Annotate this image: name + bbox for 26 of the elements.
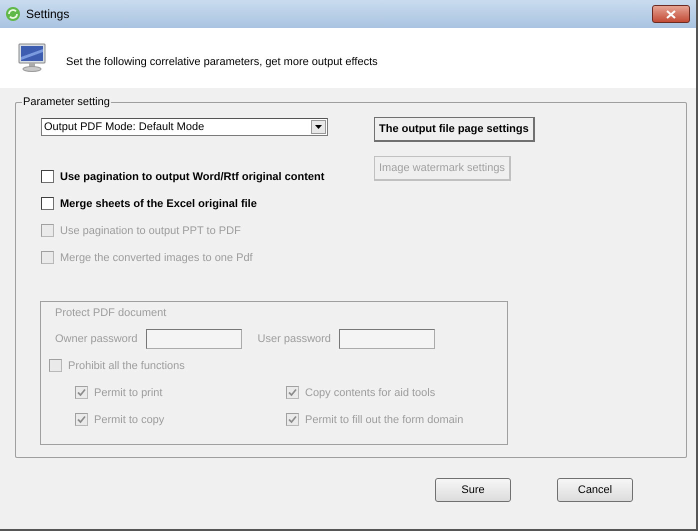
permission-label: Permit to copy: [94, 414, 164, 426]
settings-button[interactable]: The output file page settings: [374, 117, 535, 142]
caret-icon: [311, 120, 326, 134]
group-title: Protect PDF document: [55, 307, 168, 321]
recycle-arrows-icon: [5, 6, 21, 22]
option-label: Use pagination to output PPT to PDF: [60, 224, 241, 236]
group-title: Parameter setting: [22, 96, 111, 108]
close-button[interactable]: [652, 5, 690, 23]
owner-password-label: Owner password: [55, 333, 138, 345]
permission-label: Permit to fill out the form domain: [305, 414, 464, 426]
prohibit-label: Prohibit all the functions: [68, 360, 185, 372]
option-label: Merge the converted images to one Pdf: [60, 252, 253, 264]
user-password-label: User password: [258, 333, 331, 345]
option-label: Use pagination to output Word/Rtf original content: [60, 170, 324, 182]
checkbox[interactable]: [41, 170, 54, 183]
dialog-button[interactable]: Cancel: [557, 478, 633, 502]
dialog-button[interactable]: Sure: [435, 478, 511, 502]
close-icon: [666, 10, 676, 18]
checkbox[interactable]: [41, 197, 54, 210]
permission-label: Permit to print: [94, 386, 162, 398]
header-text: Set the following correlative parameters, get more output effects: [66, 56, 378, 68]
permission-label: Copy contents for aid tools: [305, 386, 436, 398]
monitor-icon: [18, 43, 46, 73]
window-title: Settings: [26, 7, 70, 21]
option-label: Merge sheets of the Excel original file: [60, 198, 257, 210]
mode-select[interactable]: Output PDF Mode: Default Mode: [41, 118, 328, 136]
